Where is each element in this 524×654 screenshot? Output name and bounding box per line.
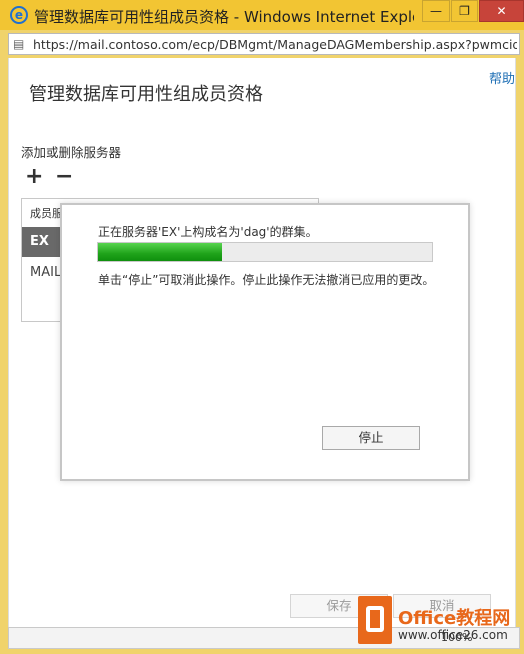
address-url[interactable]: https://mail.contoso.com/ecp/DBMgmt/Mana… bbox=[33, 37, 517, 53]
stop-button[interactable]: 停止 bbox=[322, 426, 420, 450]
page-icon: ▤ bbox=[13, 37, 25, 51]
remove-icon[interactable]: − bbox=[55, 166, 73, 188]
progress-status-text: 正在服务器'EX'上构成名为'dag'的群集。 bbox=[98, 225, 318, 239]
section-label: 添加或删除服务器 bbox=[21, 145, 122, 160]
add-icon[interactable]: + bbox=[25, 166, 43, 188]
progress-dialog: 正在服务器'EX'上构成名为'dag'的群集。 单击“停止”可取消此操作。停止此… bbox=[60, 203, 470, 481]
window-title: 管理数据库可用性组成员资格 - Windows Internet Explo bbox=[34, 8, 414, 26]
close-button[interactable]: ✕ bbox=[479, 0, 524, 22]
progress-bar-fill bbox=[98, 243, 222, 261]
maximize-button[interactable]: ❐ bbox=[451, 0, 478, 22]
watermark-url: www.office26.com bbox=[398, 628, 508, 642]
list-header[interactable]: 成员服 bbox=[30, 205, 63, 221]
address-bar[interactable]: ▤ https://mail.contoso.com/ecp/DBMgmt/Ma… bbox=[8, 33, 520, 55]
progress-bar bbox=[97, 242, 433, 262]
browser-window: e 管理数据库可用性组成员资格 - Windows Internet Explo… bbox=[0, 0, 524, 654]
watermark-logo bbox=[358, 596, 392, 644]
watermark-title: Office教程网 bbox=[398, 608, 511, 629]
help-link[interactable]: 帮助 bbox=[489, 68, 515, 87]
progress-hint-text: 单击“停止”可取消此操作。停止此操作无法撤消已应用的更改。 bbox=[98, 273, 435, 287]
watermark-logo-mark bbox=[366, 606, 384, 632]
title-bar: e 管理数据库可用性组成员资格 - Windows Internet Explo… bbox=[0, 0, 524, 30]
ie-logo-icon: e bbox=[10, 6, 28, 24]
page-title: 管理数据库可用性组成员资格 bbox=[29, 84, 263, 105]
minimize-button[interactable]: — bbox=[422, 0, 450, 22]
